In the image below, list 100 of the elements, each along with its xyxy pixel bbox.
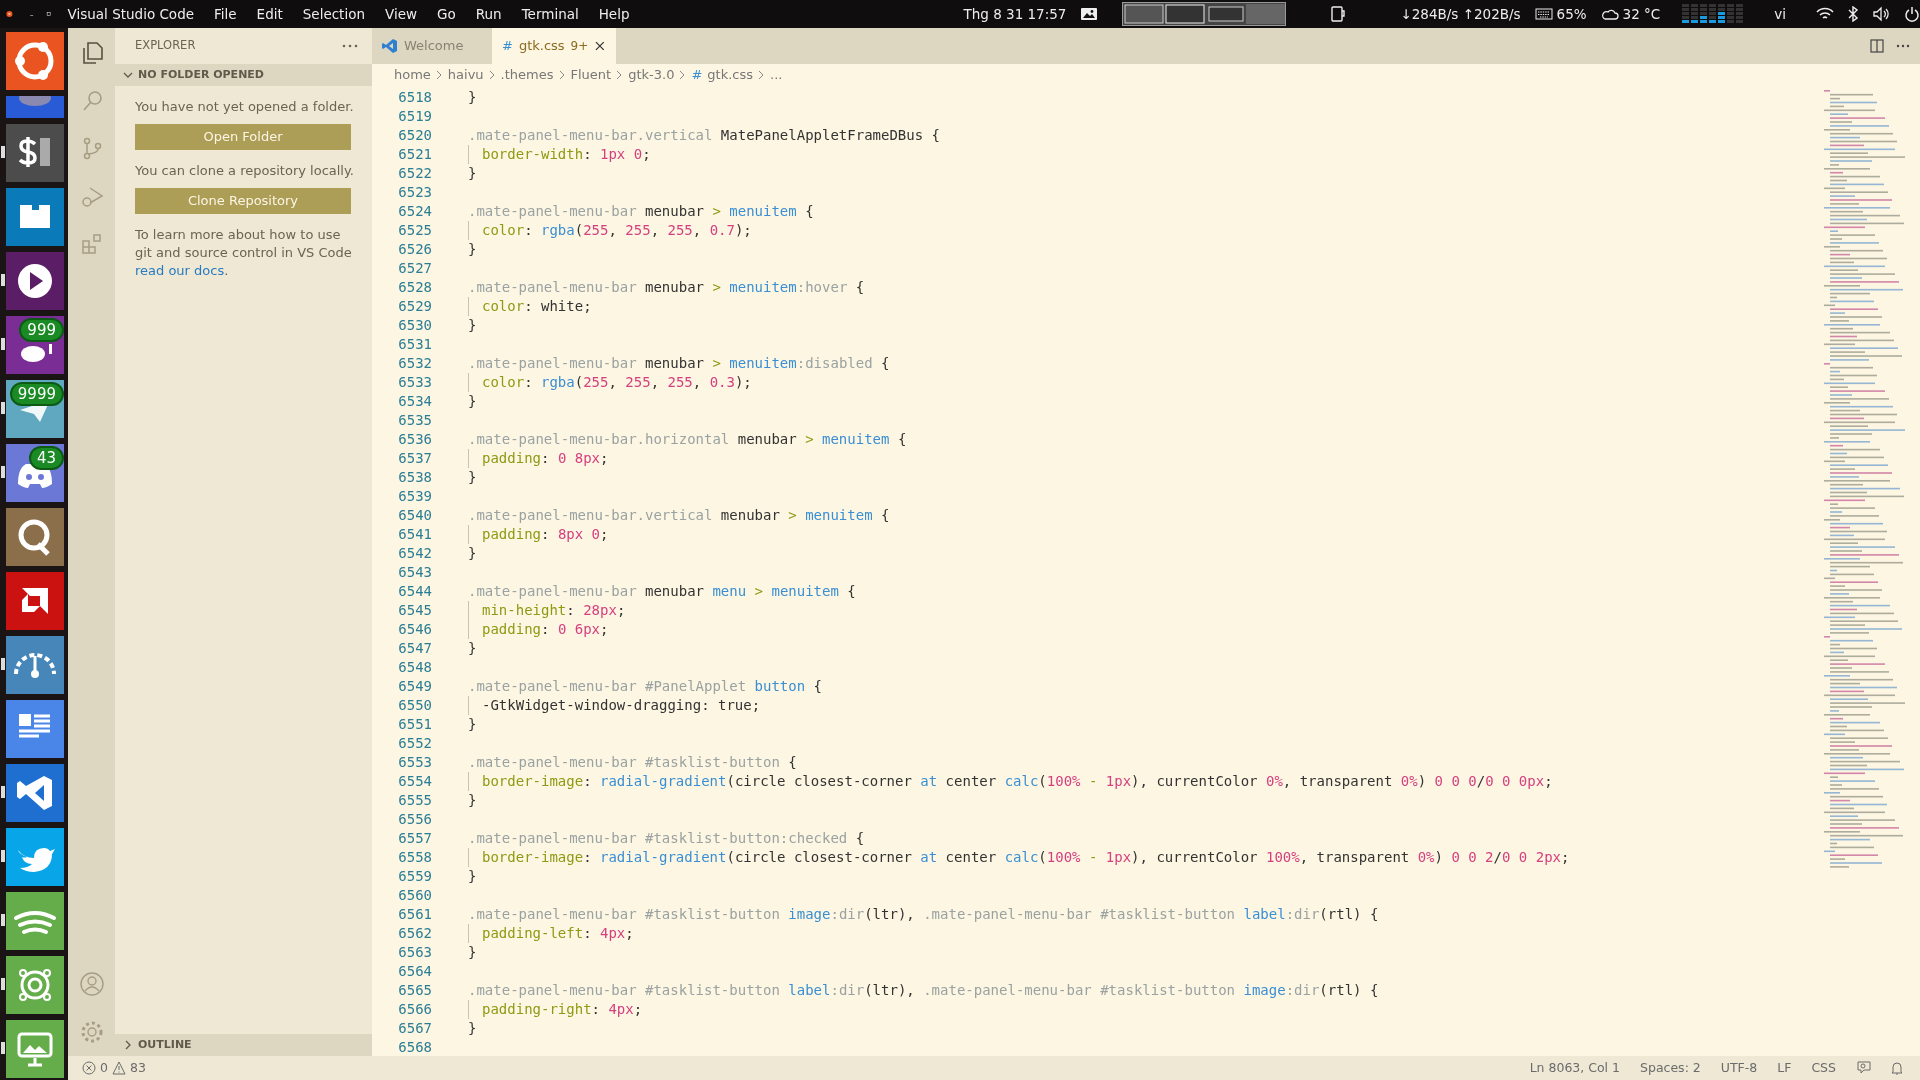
breadcrumb-item[interactable]: home <box>394 65 431 85</box>
breadcrumb-item[interactable]: gtk.css <box>707 65 754 85</box>
temperature-text[interactable]: 32 °C <box>1622 3 1661 25</box>
terminal-icon[interactable] <box>6 124 64 182</box>
cpu-graph-drawing[interactable] <box>1682 4 1745 24</box>
line-number: 6523 <box>397 183 432 202</box>
line-number: 6525 <box>397 221 432 240</box>
line-number: 6546 <box>397 620 432 639</box>
line-number: 6563 <box>397 943 432 962</box>
open-folder-button[interactable]: Open Folder <box>135 124 351 150</box>
code-line: } <box>468 715 477 734</box>
line-number: 6543 <box>397 563 432 582</box>
newspaper-icon[interactable] <box>6 700 64 758</box>
bird-icon[interactable] <box>6 828 64 886</box>
line-number: 6547 <box>397 639 432 658</box>
code-line: } <box>468 392 477 411</box>
line-number: 6538 <box>397 468 432 487</box>
line-number: 6533 <box>397 373 432 392</box>
code-line: padding: 0 8px; <box>482 450 609 466</box>
keyboard-layout-text[interactable]: vi <box>1774 3 1786 25</box>
play-icon[interactable] <box>6 252 64 310</box>
code-line: padding: 0 6px; <box>482 621 609 637</box>
breadcrumb-item[interactable]: haivu <box>447 65 484 85</box>
menu-item[interactable]: Run <box>475 3 502 25</box>
monitor-icon[interactable] <box>6 1020 64 1078</box>
line-number: 6531 <box>397 335 432 354</box>
close-icon[interactable] <box>594 40 606 52</box>
line-number: 6552 <box>397 734 432 753</box>
status-item[interactable]: LF <box>1777 1058 1792 1078</box>
breadcrumb-item[interactable]: ... <box>770 65 783 85</box>
editor-tab[interactable]: # gtk.css 9+ <box>492 28 616 64</box>
warning-icon[interactable] <box>111 1061 126 1075</box>
speaker-icon[interactable] <box>6 956 64 1014</box>
line-number: 6536 <box>397 430 432 449</box>
gauge-icon[interactable] <box>6 636 64 694</box>
keyboard-icon[interactable] <box>1534 8 1553 20</box>
error-icon[interactable] <box>82 1061 96 1075</box>
bluetooth-icon[interactable] <box>1848 6 1858 22</box>
warning-count[interactable]: 83 <box>129 1058 146 1078</box>
chevron-icon <box>616 70 624 80</box>
code-line: .mate-panel-menu-bar menubar > menuitem:hover { <box>468 278 865 297</box>
code-line: } <box>468 1019 477 1038</box>
error-count[interactable]: 0 <box>100 1058 108 1078</box>
section-header[interactable]: NO FOLDER OPENED <box>115 64 372 86</box>
line-number: 6549 <box>397 677 432 696</box>
feedback-icon[interactable] <box>1856 1060 1872 1076</box>
breadcrumb-item[interactable]: gtk-3.0 <box>628 65 675 85</box>
clone-repository-button[interactable]: Clone Repository <box>135 188 351 214</box>
split-editor-icon[interactable] <box>1870 39 1884 53</box>
mug-icon[interactable] <box>1330 5 1347 23</box>
menu-item[interactable]: File <box>214 3 237 25</box>
wifi-icon[interactable] <box>1816 7 1834 21</box>
line-number: 6519 <box>397 107 432 126</box>
menu-item[interactable]: Edit <box>256 3 283 25</box>
more-icon[interactable] <box>1896 44 1910 48</box>
search-icon[interactable] <box>6 508 64 566</box>
line-number: 6557 <box>397 829 432 848</box>
ubuntu-icon[interactable] <box>6 32 64 90</box>
menu-item[interactable]: Help <box>598 3 630 25</box>
status-item[interactable]: Spaces: 2 <box>1640 1058 1701 1078</box>
image-icon[interactable] <box>1080 6 1099 22</box>
network-speed-text[interactable]: ↓284B/s ↑202B/s <box>1400 3 1521 25</box>
bell-icon[interactable] <box>1890 1060 1904 1076</box>
code-line: .mate-panel-menu-bar.horizontal menubar > menuitem { <box>468 430 907 449</box>
waves-icon[interactable] <box>6 892 64 950</box>
line-number: 6554 <box>397 772 432 791</box>
code-line: .mate-panel-menu-bar menubar > menuitem { <box>468 202 814 221</box>
more-icon[interactable] <box>342 44 358 48</box>
arrow-logo-icon[interactable] <box>6 572 64 630</box>
code-line: } <box>468 468 477 487</box>
breadcrumb-item[interactable]: Fluent <box>570 65 612 85</box>
line-number: 6560 <box>397 886 432 905</box>
menu-item[interactable]: Terminal <box>521 3 579 25</box>
breadcrumb-item[interactable]: .themes <box>500 65 554 85</box>
code-line: .mate-panel-menu-bar.vertical MatePanelAppletFrameDBus { <box>468 126 940 145</box>
menu-item[interactable]: View <box>385 3 418 25</box>
code-line: color: rgba(255, 255, 255, 0.3); <box>482 374 752 390</box>
code-line: color: rgba(255, 255, 255, 0.7); <box>482 222 752 238</box>
volume-icon[interactable] <box>1872 6 1890 22</box>
status-item[interactable]: UTF-8 <box>1720 1058 1758 1078</box>
section-header[interactable]: OUTLINE <box>115 1034 372 1056</box>
workspace-switcher[interactable] <box>1122 2 1287 26</box>
status-item[interactable]: Ln 8063, Col 1 <box>1529 1058 1621 1078</box>
line-number: 6556 <box>397 810 432 829</box>
code-line: padding-right: 4px; <box>482 1001 643 1017</box>
line-number: 6537 <box>397 449 432 468</box>
code-line: } <box>468 240 477 259</box>
code-line: .mate-panel-menu-bar #tasklist-button:checked { <box>468 829 865 848</box>
line-number: 6529 <box>397 297 432 316</box>
code-editor-icon[interactable] <box>6 764 64 822</box>
line-number: 6526 <box>397 240 432 259</box>
clock-text[interactable]: Thg 8 31 17:57 <box>963 3 1067 25</box>
status-item[interactable]: CSS <box>1811 1058 1836 1078</box>
battery-text[interactable]: 65% <box>1556 3 1587 25</box>
archive-icon[interactable] <box>6 188 64 246</box>
menu-item[interactable]: Go <box>437 3 456 25</box>
code-line: .mate-panel-menu-bar #tasklist-button image:dir(ltr), .mate-panel-menu-bar #tasklist-button label:dir(rtl) { <box>468 905 1379 924</box>
line-number: 6555 <box>397 791 432 810</box>
power-icon[interactable] <box>1904 6 1920 22</box>
menu-item[interactable]: Selection <box>302 3 365 25</box>
